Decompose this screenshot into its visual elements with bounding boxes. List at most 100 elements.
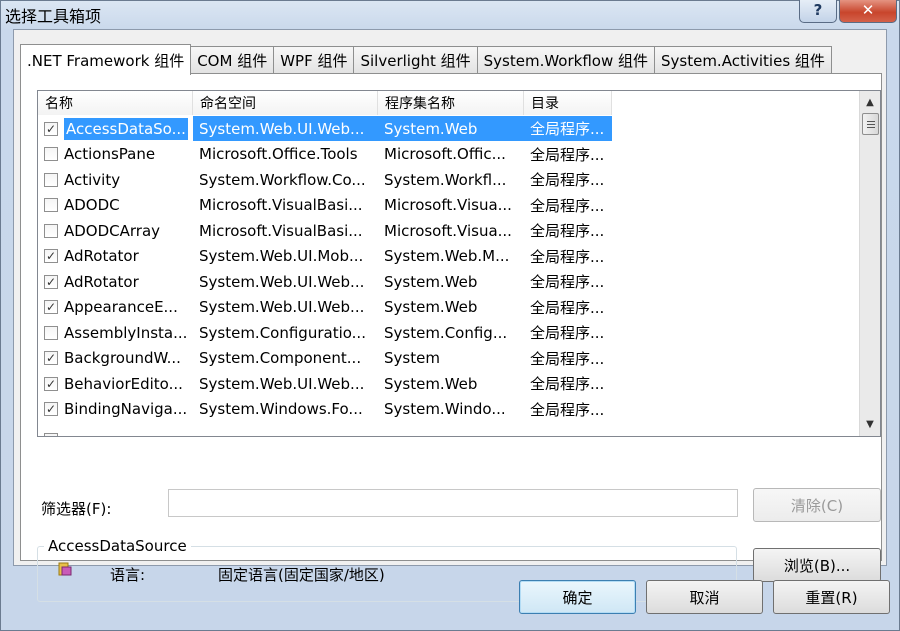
tab-system-activities[interactable]: System.Activities 组件 [654,46,832,74]
list-row[interactable]: ActionsPane Microsoft.Office.Tools Microso… [38,142,612,167]
cell-directory: 全局程序... [530,222,605,240]
name-cell: Activity [38,167,193,192]
column-header-assembly[interactable]: 程序集名称 [378,91,524,115]
clear-button[interactable]: 清除(C) [753,488,881,522]
name-cell: ✓ AppearanceE... [38,295,193,320]
cell-assembly: Microsoft.Visua... [384,221,512,240]
component-name: AssemblyInsta... [64,323,188,342]
cell-directory: 全局程序... [530,145,605,164]
window-title: 选择工具箱项 [5,7,102,26]
row-checkbox[interactable] [44,223,58,238]
cell-namespace: System.Component... [199,349,362,367]
language-value: 固定语言(固定国家/地区) [218,566,385,584]
row-checkbox[interactable]: ✓ [44,300,58,314]
tab-system-workflow[interactable]: System.Workflow 组件 [476,46,655,74]
filter-label: 筛选器(F): [41,500,112,518]
cell-directory: 全局程序... [530,298,605,317]
cancel-button[interactable]: 取消 [646,580,763,614]
browse-button[interactable]: 浏览(B)... [753,548,881,582]
component-name: Activity [64,170,121,189]
cell-assembly: System.Web [384,272,478,291]
scroll-down-icon[interactable]: ▼ [860,415,880,433]
help-button[interactable]: ? [799,0,837,23]
tab-wpf[interactable]: WPF 组件 [273,46,355,74]
component-name: BehaviorEdito... [64,374,183,393]
list-row-partial[interactable] [38,427,64,436]
vertical-scrollbar[interactable]: ▲ ▼ [859,91,880,436]
list-row[interactable]: AssemblyInsta... System.Configuratio... Sy… [38,320,612,345]
cell-namespace: Microsoft.VisualBasi... [199,221,363,240]
column-header-directory[interactable]: 目录 [524,91,612,115]
row-checkbox[interactable]: ✓ [44,274,58,289]
row-checkbox[interactable]: ✓ [44,351,58,365]
cell-assembly: System.Windo... [384,400,506,418]
cell-directory: 全局程序... [530,324,605,342]
tab-net-framework[interactable]: .NET Framework 组件 [20,44,192,75]
cell-assembly: System.Web [384,374,478,393]
cell-directory: 全局程序... [530,375,605,393]
cell-assembly: System [384,349,440,367]
component-name: AdRotator [64,272,139,291]
cell-directory: 全局程序... [530,247,605,266]
tab-panel: 名称 命名空间 程序集名称 目录 ✓ AccessDataSo... System.… [20,73,882,602]
row-checkbox[interactable] [44,198,58,212]
column-header-namespace[interactable]: 命名空间 [193,91,378,115]
list-row[interactable]: ✓ AppearanceE... System.Web.UI.Web... Syste… [38,295,612,320]
tab-com[interactable]: COM 组件 [190,46,275,74]
column-header-name[interactable]: 名称 [38,91,193,115]
list-row[interactable]: ✓ BackgroundW... System.Component... System… [38,346,612,371]
cell-assembly: System.Web.M... [384,247,510,265]
grip-line [866,120,875,122]
name-cell: ✓ BackgroundW... [38,346,193,371]
name-cell: ActionsPane [38,142,193,167]
scroll-up-icon[interactable]: ▲ [860,93,880,111]
grip-line [866,123,875,125]
component-name: ADODCArray [64,221,161,240]
name-cell: ✓ AdRotator [38,244,193,269]
cell-namespace: System.Web.UI.Mob... [199,247,364,265]
scroll-thumb[interactable] [862,113,879,135]
close-button[interactable]: ✕ [839,0,897,23]
cell-assembly: System.Workfl... [384,170,507,189]
list-row[interactable]: ✓ AdRotator System.Web.UI.Mob... System.Web… [38,244,612,269]
cell-namespace: System.Windows.Fo... [199,400,363,418]
component-name: BackgroundW... [64,349,181,367]
tab-silverlight[interactable]: Silverlight 组件 [353,46,478,74]
cell-assembly: Microsoft.Visua... [384,196,512,214]
name-cell: ADODC [38,193,193,218]
list-row[interactable]: ADODC Microsoft.VisualBasi... Microsoft.Vi… [38,193,612,218]
list-row[interactable]: ✓ AdRotator System.Web.UI.Web... System.Web… [38,269,612,294]
list-row[interactable]: ✓ AccessDataSo... System.Web.UI.Web... Syst… [38,116,612,141]
row-checkbox[interactable]: ✓ [44,376,58,391]
ok-button[interactable]: 确定 [519,580,636,614]
cell-namespace: System.Workflow.Co... [199,170,366,189]
component-name: AppearanceE... [64,298,178,316]
row-checkbox[interactable] [44,172,58,187]
cell-directory: 全局程序... [530,171,605,189]
cell-directory: 全局程序... [530,273,605,291]
row-checkbox[interactable]: ✓ [44,249,58,263]
row-checkbox[interactable]: ✓ [44,121,58,136]
row-checkbox[interactable] [44,325,58,340]
cell-namespace: System.Web.UI.Web... [199,298,365,316]
row-checkbox[interactable] [44,147,58,161]
name-cell: ✓ AccessDataSo... [38,116,193,141]
cell-namespace: System.Configuratio... [199,323,366,342]
component-name: ActionsPane [64,145,156,163]
list-row[interactable]: ADODCArray Microsoft.VisualBasi... Microso… [38,218,612,243]
row-checkbox[interactable]: ✓ [44,402,58,416]
list-row[interactable]: Activity System.Workflow.Co... System.Work… [38,167,612,192]
list-row[interactable]: ✓ BehaviorEdito... System.Web.UI.Web... Sys… [38,371,612,396]
cell-namespace: System.Web.UI.Web... [193,116,378,141]
grip-line [866,126,875,128]
filter-input[interactable] [168,489,738,517]
reset-button[interactable]: 重置(R) [773,580,890,614]
language-icon [58,562,72,576]
list-row[interactable]: ✓ BindingNaviga... System.Windows.Fo... Sys… [38,397,612,422]
components-list[interactable]: 名称 命名空间 程序集名称 目录 ✓ AccessDataSo... System.… [37,90,881,437]
cell-assembly: Microsoft.Offic... [384,145,506,163]
component-name: BindingNaviga... [64,400,188,418]
row-checkbox[interactable] [44,432,58,436]
cell-namespace: System.Web.UI.Web... [199,272,365,291]
list-header: 名称 命名空间 程序集名称 目录 [38,91,612,115]
